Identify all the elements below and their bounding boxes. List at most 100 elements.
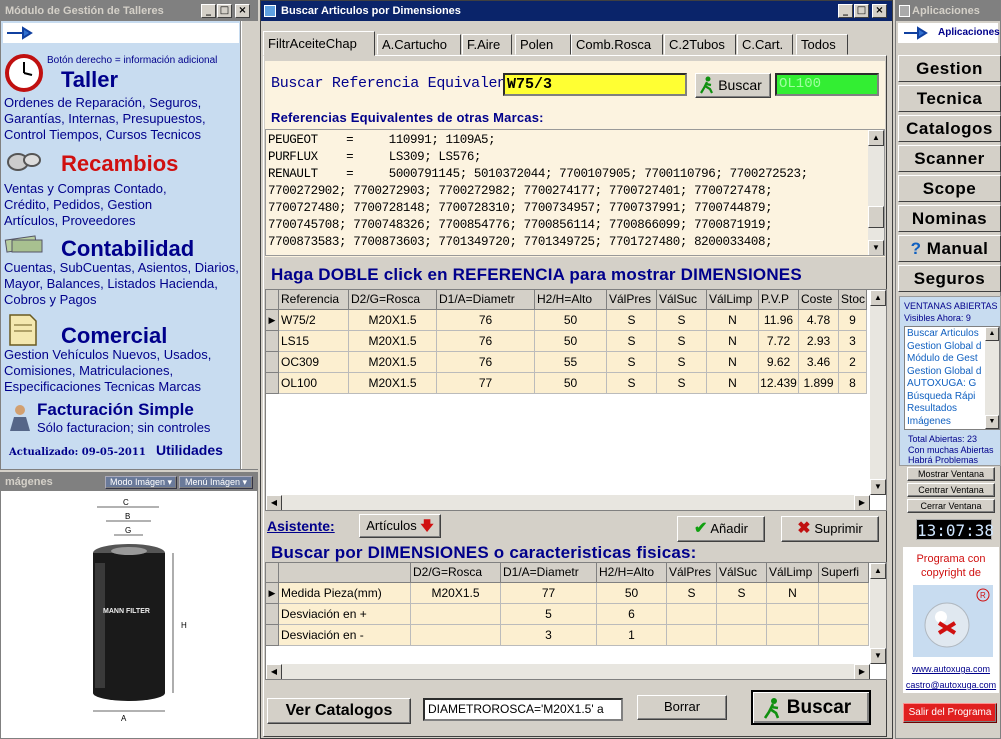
grid-cell[interactable]: 50 (535, 373, 607, 394)
column-header[interactable]: D1/A=Diametr (437, 290, 535, 310)
grid-cell[interactable]: N (707, 331, 759, 352)
person-icon[interactable] (4, 403, 36, 433)
grid-cell[interactable]: 9 (839, 310, 867, 331)
grid-cell[interactable]: N (707, 352, 759, 373)
grid-cell[interactable]: 9.62 (759, 352, 799, 373)
dims-scrollbar[interactable]: ▲ ▼ (870, 563, 886, 664)
scroll-left-arrow[interactable]: ◀ (266, 664, 282, 679)
facturacion-desc[interactable]: Sólo facturacion; sin controles (37, 421, 210, 435)
search-input[interactable]: W75/3 (503, 73, 687, 96)
column-header[interactable]: Coste (799, 290, 839, 310)
grid-cell[interactable]: 1.899 (799, 373, 839, 394)
grid-cell[interactable] (819, 604, 869, 625)
grid-cell[interactable] (411, 604, 501, 625)
result-field[interactable]: OL100 (775, 73, 879, 96)
scroll-down-arrow[interactable]: ▼ (868, 240, 884, 255)
grid-cell[interactable]: M20X1.5 (349, 352, 437, 373)
contabilidad-title[interactable]: Contabilidad (61, 236, 194, 262)
results-grid[interactable]: Referencia D2/G=Rosca D1/A=Diametr H2/H=Alt… (265, 289, 887, 511)
left-scrollbar[interactable] (242, 21, 258, 469)
column-header[interactable]: VálLimp (767, 563, 819, 583)
grid-cell[interactable]: 4.78 (799, 310, 839, 331)
scroll-up-arrow[interactable]: ▲ (985, 327, 999, 341)
articulos-button[interactable]: Artículos 🡇 (359, 514, 441, 538)
grid-cell[interactable]: 50 (597, 583, 667, 604)
results-scrollbar[interactable]: ▲ ▼ (870, 290, 886, 495)
scroll-thumb[interactable] (868, 206, 884, 228)
column-header[interactable]: P.V.P (759, 290, 799, 310)
scroll-down-arrow[interactable]: ▼ (870, 479, 886, 495)
grid-cell[interactable]: 76 (437, 352, 535, 373)
contabilidad-desc[interactable]: Cuentas, SubCuentas, Asientos, Diarios, … (4, 260, 240, 308)
main-titlebar[interactable]: Buscar Articulos por Dimensiones (261, 1, 892, 21)
recambios-title[interactable]: Recambios (61, 151, 178, 177)
nav-manual[interactable]: ? Manual (898, 235, 1001, 262)
scroll-down-arrow[interactable]: ▼ (985, 415, 999, 429)
row-header[interactable]: ▶ (266, 583, 279, 604)
grid-cell[interactable]: 50 (535, 310, 607, 331)
right-header[interactable]: Aplicaciones (898, 23, 1000, 43)
grid-cell[interactable]: S (607, 331, 657, 352)
nav-nominas[interactable]: Nominas (898, 205, 1001, 232)
grid-cell[interactable]: 1 (597, 625, 667, 646)
grid-cell[interactable]: 77 (501, 583, 597, 604)
grid-cell[interactable]: S (607, 352, 657, 373)
column-header[interactable]: VálLimp (707, 290, 759, 310)
grid-cell[interactable]: N (767, 583, 819, 604)
column-header[interactable]: D2/G=Rosca (349, 290, 437, 310)
column-header[interactable]: VálPres (607, 290, 657, 310)
column-header[interactable]: H2/H=Alto (597, 563, 667, 583)
grid-cell[interactable]: 50 (535, 331, 607, 352)
grid-cell[interactable] (819, 625, 869, 646)
grid-cell[interactable] (819, 583, 869, 604)
document-icon[interactable] (6, 313, 38, 347)
equiv-textarea[interactable]: PEUGEOT = 110991; 1109A5; PURFLUX = LS309… (265, 129, 885, 256)
nav-gestion[interactable]: Gestion (898, 55, 1001, 82)
grid-cell[interactable]: S (657, 331, 707, 352)
recambios-desc[interactable]: Ventas y Compras Contado, Crédito, Pedid… (4, 181, 194, 229)
menu-imagen-dropdown[interactable]: Menú Imágen ▾ (179, 476, 253, 489)
dims-grid[interactable]: D2/G=Rosca D1/A=Diametr H2/H=Alto VálPres Vá… (265, 562, 887, 680)
suprimir-button[interactable]: ✖ Suprimir (781, 516, 879, 542)
scroll-left-arrow[interactable]: ◀ (266, 495, 282, 510)
comercial-desc[interactable]: Gestion Vehículos Nuevos, Usados, Comisi… (4, 347, 240, 395)
minimize-button[interactable]: _ (201, 4, 216, 18)
autoxuga-logo[interactable]: R (913, 585, 993, 657)
grid-cell[interactable]: 2 (839, 352, 867, 373)
grid-cell[interactable] (717, 604, 767, 625)
grid-cell[interactable]: Medida Pieza(mm) (279, 583, 411, 604)
nav-scope[interactable]: Scope (898, 175, 1001, 202)
grid-cell[interactable]: M20X1.5 (349, 310, 437, 331)
column-header[interactable]: D1/A=Diametr (501, 563, 597, 583)
ver-catalogos-button[interactable]: Ver Catalogos (267, 698, 411, 724)
close-button[interactable]: × (872, 4, 887, 18)
scroll-right-arrow[interactable]: ▶ (854, 664, 870, 679)
grid-cell[interactable]: 12.439 (759, 373, 799, 394)
grid-cell[interactable]: 7.72 (759, 331, 799, 352)
cerrar-ventana-button[interactable]: Cerrar Ventana (907, 499, 995, 513)
grid-cell[interactable]: 77 (437, 373, 535, 394)
column-header[interactable] (279, 563, 411, 583)
buscar-big-button[interactable]: Buscar (751, 690, 871, 725)
minimize-button[interactable]: _ (838, 4, 853, 18)
scroll-right-arrow[interactable]: ▶ (854, 495, 870, 510)
grid-cell[interactable]: S (657, 310, 707, 331)
grid-cell[interactable]: S (667, 583, 717, 604)
grid-cell[interactable]: S (657, 352, 707, 373)
tab-todos[interactable]: Todos (796, 34, 848, 55)
scroll-up-arrow[interactable]: ▲ (868, 130, 884, 146)
tab-combrosca[interactable]: Comb.Rosca (571, 34, 663, 55)
grid-cell[interactable]: 8 (839, 373, 867, 394)
grid-cell[interactable] (411, 625, 501, 646)
equiv-scrollbar[interactable]: ▲ ▼ (868, 130, 884, 255)
grid-cell[interactable] (767, 625, 819, 646)
grid-cell[interactable]: 5 (501, 604, 597, 625)
parts-icon[interactable] (4, 149, 44, 175)
grid-cell[interactable]: 3.46 (799, 352, 839, 373)
grid-cell[interactable]: S (717, 583, 767, 604)
borrar-button[interactable]: Borrar (637, 695, 727, 720)
grid-cell[interactable]: M20X1.5 (349, 331, 437, 352)
row-header[interactable] (266, 373, 279, 394)
filter-expression-input[interactable]: DIAMETROROSCA='M20X1.5' a (423, 698, 623, 721)
mostrar-ventana-button[interactable]: Mostrar Ventana (907, 467, 995, 481)
